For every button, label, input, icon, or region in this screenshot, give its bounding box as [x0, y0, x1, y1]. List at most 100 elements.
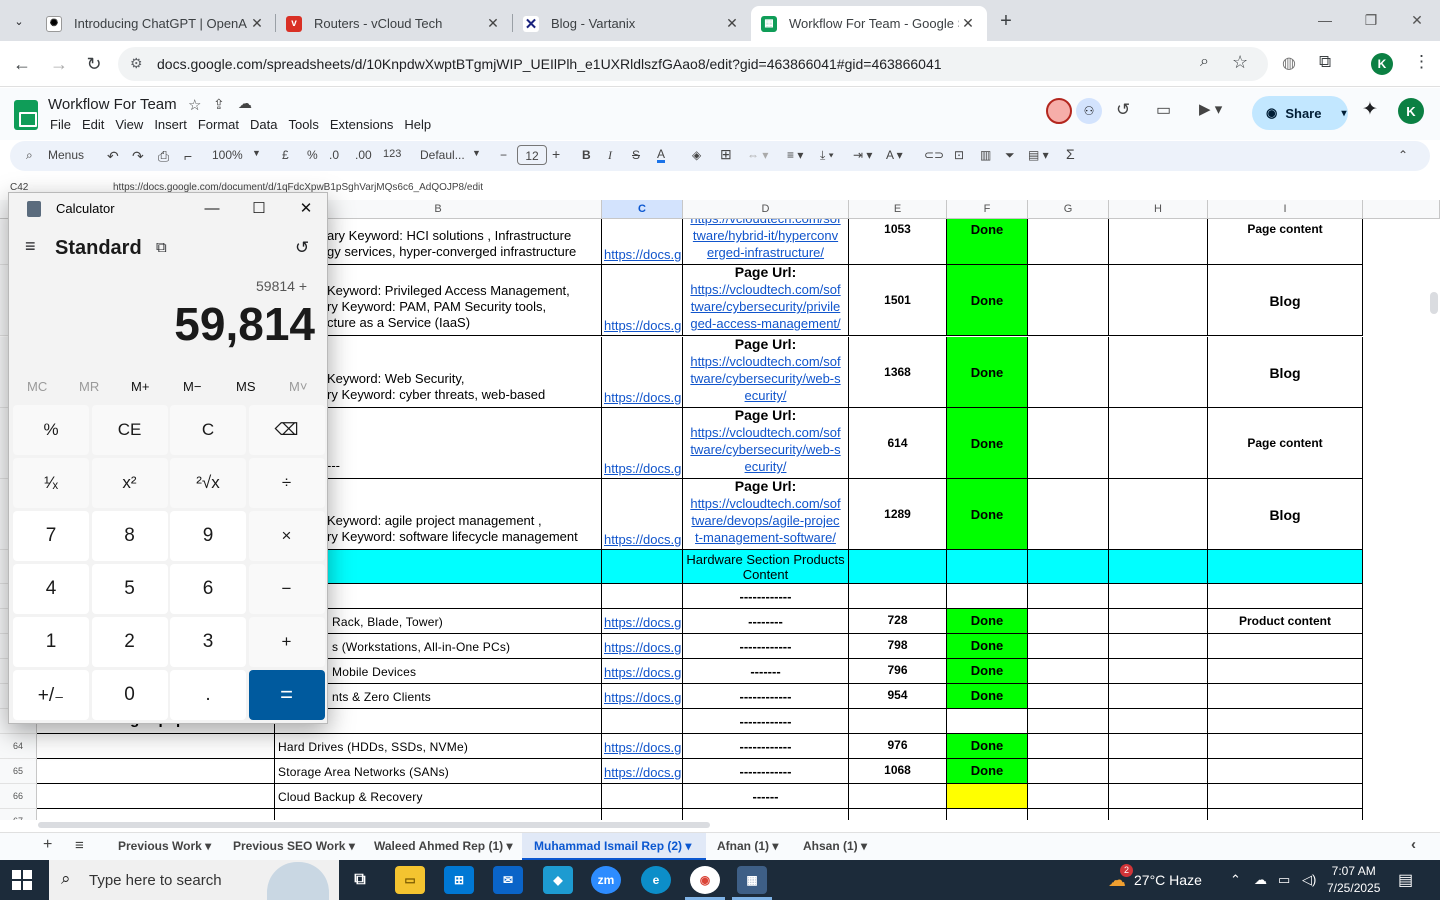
menu-edit[interactable]: Edit — [82, 117, 104, 132]
section-header-cell[interactable] — [849, 550, 947, 584]
task-view-icon[interactable]: ⧉ — [345, 866, 375, 894]
menu-tools[interactable]: Tools — [288, 117, 318, 132]
cell-f-status[interactable]: Done — [947, 759, 1028, 784]
network-icon[interactable]: ▭ — [1278, 860, 1290, 900]
cell-f-status[interactable] — [947, 584, 1028, 609]
cell-g[interactable] — [1028, 265, 1109, 336]
page-url-link[interactable]: https://vcloudtech.com/sof — [683, 495, 848, 512]
align-icon[interactable]: ≡ ▾ — [787, 148, 803, 162]
filter-icon[interactable]: ⏷ — [1005, 148, 1015, 163]
bold-icon[interactable]: B — [582, 148, 591, 162]
zoom-magnifier-icon[interactable]: ⌕ — [1200, 53, 1209, 71]
cell-g[interactable] — [1028, 219, 1109, 265]
row-header[interactable]: 66 — [0, 784, 37, 809]
page-url-link[interactable]: t-management-software/ — [683, 529, 848, 546]
star-icon[interactable]: ☆ — [188, 96, 201, 114]
notifications-icon[interactable]: ▤ — [1398, 860, 1413, 900]
docs-link[interactable]: https://docs.g — [602, 634, 682, 655]
docs-link[interactable]: https://docs.g — [602, 734, 682, 755]
cell-f-status[interactable]: Done — [947, 734, 1028, 759]
strikethrough-icon[interactable]: S — [632, 148, 640, 162]
page-url-link[interactable]: tware/cybersecurity/web-s — [683, 441, 848, 458]
sheet-tab-waleed[interactable]: Waleed Ahmed Rep (1) ▾ — [374, 839, 513, 853]
backspace-icon[interactable]: ⌫ — [248, 405, 325, 455]
negate-button[interactable]: +/₋ — [13, 670, 89, 720]
vertical-scrollbar-thumb[interactable] — [1430, 292, 1438, 314]
digit-2-button[interactable]: 2 — [91, 617, 168, 667]
search-icon[interactable]: ⌕ — [26, 148, 33, 163]
cell-h[interactable] — [1109, 734, 1208, 759]
zoom-app-icon[interactable]: zm — [591, 866, 621, 894]
docs-link[interactable]: https://docs.g — [604, 318, 681, 333]
cell-c[interactable]: https://docs.g — [602, 634, 683, 659]
currency-button[interactable]: £ — [282, 148, 289, 162]
cell-e[interactable] — [849, 784, 947, 809]
more-vert-icon[interactable]: ⋮ — [1413, 52, 1430, 72]
close-icon[interactable]: ✕ — [248, 15, 266, 33]
bookmark-star-icon[interactable]: ☆ — [1232, 52, 1248, 73]
clear-entry-button[interactable]: CE — [91, 405, 168, 455]
digit-3-button[interactable]: 3 — [170, 617, 246, 667]
sheet-tab-previous-work[interactable]: Previous Work ▾ — [118, 839, 211, 853]
row-header[interactable]: 67 — [0, 809, 37, 820]
cell-f-status[interactable]: Done — [947, 337, 1028, 408]
cell-h[interactable] — [1109, 759, 1208, 784]
cell-d[interactable]: ------ — [683, 784, 849, 809]
cell-d[interactable]: ------------ — [683, 634, 849, 659]
menu-file[interactable]: File — [50, 117, 71, 132]
cell-g[interactable] — [1028, 408, 1109, 479]
keep-on-top-icon[interactable]: ⧉ — [156, 239, 167, 256]
user-avatar[interactable]: K — [1398, 98, 1424, 124]
square-root-button[interactable]: ²√x — [170, 458, 246, 508]
cell-h[interactable] — [1109, 634, 1208, 659]
multiply-button[interactable]: × — [248, 511, 325, 561]
cell-i[interactable] — [1208, 684, 1363, 709]
section-header-cell[interactable] — [947, 550, 1028, 584]
cell-h[interactable] — [1109, 609, 1208, 634]
number-format-button[interactable]: 123 — [383, 148, 401, 160]
cell-i[interactable]: Page content — [1208, 408, 1363, 479]
cell-h[interactable] — [1109, 659, 1208, 684]
cell-d[interactable]: ------------ — [683, 584, 849, 609]
functions-sigma-icon[interactable]: Σ — [1066, 146, 1075, 162]
digit-7-button[interactable]: 7 — [13, 511, 89, 561]
minimize-icon[interactable]: — — [1302, 0, 1348, 40]
merge-cells-icon[interactable]: ⇔ ▾ — [747, 148, 768, 162]
extensions-puzzle-icon[interactable]: ⧉ — [1319, 52, 1331, 72]
cell-h[interactable] — [1109, 219, 1208, 265]
cell-f-status[interactable] — [947, 809, 1028, 820]
cell-i[interactable]: Product content — [1208, 609, 1363, 634]
section-header-cell[interactable]: Hardware Section Products Content — [683, 550, 849, 584]
sheet-tab-afnan[interactable]: Afnan (1) ▾ — [717, 839, 778, 853]
cell-d[interactable]: ------------ — [683, 734, 849, 759]
digit-1-button[interactable]: 1 — [13, 617, 89, 667]
italic-icon[interactable]: I — [608, 148, 612, 163]
column-header-extra[interactable] — [1363, 200, 1440, 219]
omnibox[interactable]: ⚙ docs.google.com/spreadsheets/d/10Knpdw… — [118, 47, 1268, 81]
insert-chart-icon[interactable]: ▥ — [980, 148, 991, 162]
memory-clear-button[interactable]: MC — [27, 379, 47, 394]
docs-link[interactable]: https://docs.g — [602, 684, 682, 705]
increase-font-size-icon[interactable]: + — [552, 146, 560, 162]
page-url-link[interactable]: ged-access-management/ — [683, 315, 848, 332]
docs-link[interactable]: https://docs.g — [604, 532, 681, 547]
cell-h[interactable] — [1109, 408, 1208, 479]
memory-store-button[interactable]: MS — [236, 379, 256, 394]
cell-d[interactable]: -------- — [683, 609, 849, 634]
column-header-g[interactable]: G — [1028, 200, 1109, 219]
reciprocal-button[interactable]: ¹⁄ₓ — [13, 458, 89, 508]
onedrive-cloud-icon[interactable]: ☁ — [1254, 860, 1267, 900]
vertical-align-icon[interactable]: ⤓ ▾ — [820, 148, 834, 163]
reload-icon[interactable]: ↻ — [81, 51, 107, 77]
cell-c[interactable]: https://docs.g — [602, 609, 683, 634]
docs-link[interactable]: https://docs.g — [604, 247, 681, 262]
browser-tab-vartanix[interactable]: ✕ Blog - Vartanix ✕ — [513, 6, 751, 41]
cell-d[interactable]: ------------ — [683, 709, 849, 734]
cell-i[interactable]: Blog — [1208, 265, 1363, 336]
collapse-chevron-up-icon[interactable]: ⌃ — [1398, 148, 1408, 162]
digit-4-button[interactable]: 4 — [13, 564, 89, 614]
cell-e[interactable]: 728 — [849, 609, 947, 634]
text-rotation-icon[interactable]: A ▾ — [886, 148, 903, 162]
font-select[interactable]: Defaul... — [420, 148, 465, 162]
clear-button[interactable]: C — [170, 405, 246, 455]
